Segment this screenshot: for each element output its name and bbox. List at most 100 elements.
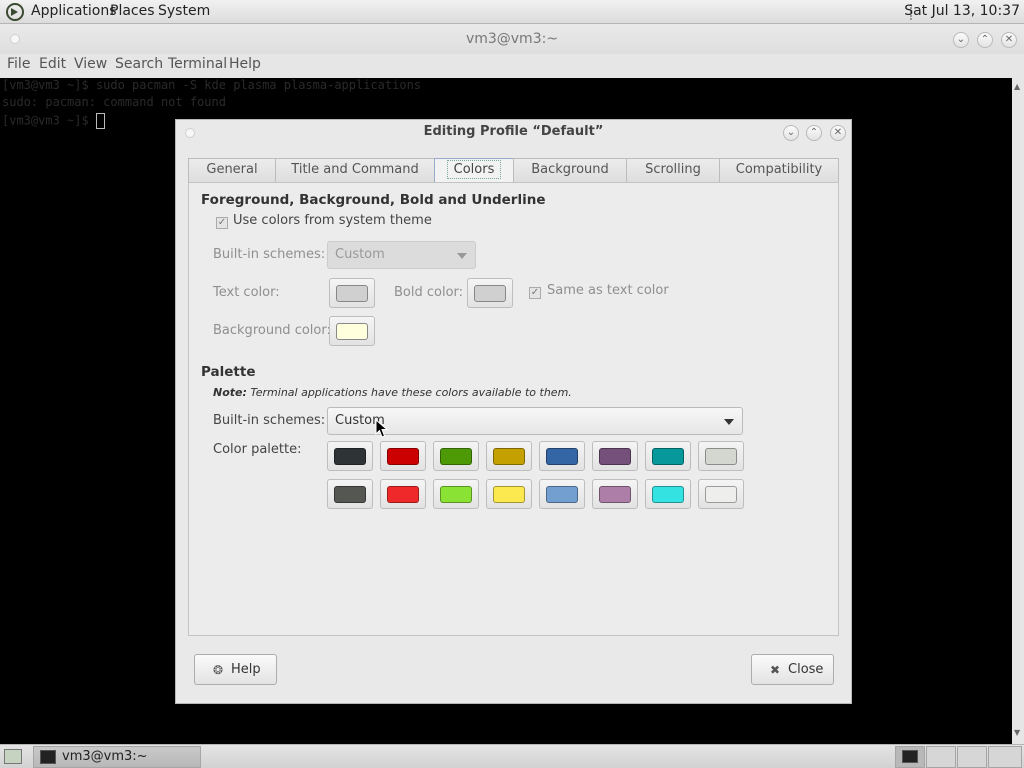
palette-color-swatch — [334, 486, 366, 503]
menu-help[interactable]: Help — [229, 56, 261, 72]
text-color-swatch — [336, 285, 368, 302]
maximize-button[interactable]: ⌃ — [977, 32, 993, 48]
fg-builtin-schemes-combo[interactable]: Custom — [327, 241, 476, 269]
close-window-button[interactable]: ✕ — [1001, 32, 1017, 48]
palette-color-button[interactable] — [645, 441, 691, 471]
menu-search[interactable]: Search — [115, 56, 163, 72]
tab-general[interactable]: General — [188, 158, 276, 182]
palette-color-button[interactable] — [433, 441, 479, 471]
clock[interactable]: Sat Jul 13, 10:37 — [904, 3, 1020, 19]
menu-applications[interactable]: Applications — [31, 3, 117, 19]
close-button-label: Close — [788, 662, 824, 677]
palette-color-button[interactable] — [539, 441, 585, 471]
help-button[interactable]: ❂ Help — [194, 654, 277, 685]
bold-color-button[interactable] — [467, 278, 513, 308]
palette-color-swatch — [652, 448, 684, 465]
workspace-4[interactable] — [988, 746, 1022, 768]
close-button[interactable]: ✖ Close — [751, 654, 834, 685]
same-as-text-checkbox[interactable]: ✓ — [529, 287, 541, 299]
tab-background[interactable]: Background — [513, 158, 627, 182]
terminal-icon — [40, 750, 56, 764]
palette-color-swatch — [546, 448, 578, 465]
terminal-scrollbar[interactable]: ▲ ▼ — [1012, 78, 1024, 744]
palette-color-swatch — [440, 448, 472, 465]
scroll-down-arrow-icon[interactable]: ▼ — [1014, 728, 1020, 737]
bold-color-swatch — [474, 285, 506, 302]
applications-logo-icon[interactable] — [6, 3, 24, 21]
palette-color-swatch — [599, 486, 631, 503]
terminal-line: [vm3@vm3 ~]$ sudo pacman -S kde plasma p… — [2, 78, 422, 92]
terminal-titlebar[interactable]: vm3@vm3:~ ⌄ ⌃ ✕ — [0, 24, 1024, 54]
palette-color-swatch — [652, 486, 684, 503]
terminal-prompt-line: [vm3@vm3 ~]$ — [2, 113, 105, 129]
tab-compatibility[interactable]: Compatibility — [719, 158, 839, 182]
text-color-button[interactable] — [329, 278, 375, 308]
text-color-label: Text color: — [213, 285, 280, 300]
color-palette-label: Color palette: — [213, 442, 302, 457]
dialog-maximize-button[interactable]: ⌃ — [806, 125, 822, 141]
palette-color-swatch — [599, 448, 631, 465]
use-system-colors-checkbox[interactable]: ✓ — [216, 217, 228, 229]
bold-color-label: Bold color: — [394, 285, 464, 300]
palette-color-button[interactable] — [592, 441, 638, 471]
palette-color-button[interactable] — [380, 441, 426, 471]
taskbar-terminal-label: vm3@vm3:~ — [62, 749, 148, 764]
taskbar-terminal-button[interactable]: vm3@vm3:~ — [33, 746, 201, 768]
workspace-window-icon — [902, 750, 918, 763]
workspace-2[interactable] — [926, 746, 956, 768]
scroll-up-arrow-icon[interactable]: ▲ — [1014, 82, 1020, 91]
palette-color-button[interactable] — [327, 479, 373, 509]
tab-title-and-command[interactable]: Title and Command — [275, 158, 435, 182]
palette-note-text: Terminal applications have these colors … — [250, 386, 572, 399]
palette-color-swatch — [440, 486, 472, 503]
dialog-close-icon-button[interactable]: ✕ — [830, 125, 846, 141]
palette-color-swatch — [493, 448, 525, 465]
tab-colors[interactable]: Colors — [434, 158, 514, 183]
menu-system[interactable]: System — [158, 3, 210, 19]
dialog-titlebar[interactable]: Editing Profile “Default” ⌄ ⌃ ✕ — [176, 120, 851, 147]
menu-file[interactable]: File — [7, 56, 30, 72]
chevron-down-icon — [724, 419, 734, 425]
palette-color-swatch — [705, 486, 737, 503]
palette-note-bold: Note: — [213, 386, 247, 399]
background-color-button[interactable] — [329, 316, 375, 346]
menu-terminal[interactable]: Terminal — [168, 56, 227, 72]
palette-color-button[interactable] — [645, 479, 691, 509]
tab-label: General — [206, 162, 258, 177]
terminal-menubar: File Edit View Search Terminal Help — [0, 54, 1024, 78]
tab-label: Colors — [446, 160, 502, 179]
colors-tab-panel: Foreground, Background, Bold and Underli… — [188, 182, 839, 636]
menu-view[interactable]: View — [74, 56, 107, 72]
dialog-minimize-button[interactable]: ⌄ — [783, 125, 799, 141]
menu-places[interactable]: Places — [110, 3, 155, 19]
help-icon: ❂ — [213, 663, 224, 677]
terminal-cursor — [95, 113, 105, 129]
show-desktop-icon[interactable] — [4, 749, 22, 764]
bottom-panel: vm3@vm3:~ — [0, 744, 1024, 768]
workspace-1[interactable] — [895, 746, 925, 768]
same-as-text-label: Same as text color — [547, 283, 669, 298]
minimize-button[interactable]: ⌄ — [953, 32, 969, 48]
tab-scrolling[interactable]: Scrolling — [626, 158, 720, 182]
palette-builtin-schemes-combo[interactable]: Custom — [327, 407, 743, 435]
palette-color-button[interactable] — [698, 441, 744, 471]
palette-note: Note: Terminal applications have these c… — [213, 386, 572, 399]
workspace-3[interactable] — [957, 746, 987, 768]
palette-color-button[interactable] — [327, 441, 373, 471]
palette-color-button[interactable] — [433, 479, 479, 509]
mouse-pointer-icon — [375, 419, 389, 438]
terminal-line: sudo: pacman: command not found — [2, 95, 226, 109]
palette-color-swatch — [705, 448, 737, 465]
palette-color-button[interactable] — [380, 479, 426, 509]
palette-color-button[interactable] — [592, 479, 638, 509]
fg-builtin-schemes-label: Built-in schemes: — [213, 247, 326, 262]
chevron-down-icon — [457, 253, 467, 259]
palette-color-button[interactable] — [486, 441, 532, 471]
use-system-colors-label: Use colors from system theme — [233, 213, 432, 228]
palette-color-button[interactable] — [698, 479, 744, 509]
help-button-label: Help — [231, 662, 261, 677]
palette-color-swatch — [493, 486, 525, 503]
menu-edit[interactable]: Edit — [39, 56, 66, 72]
palette-color-button[interactable] — [539, 479, 585, 509]
palette-color-button[interactable] — [486, 479, 532, 509]
